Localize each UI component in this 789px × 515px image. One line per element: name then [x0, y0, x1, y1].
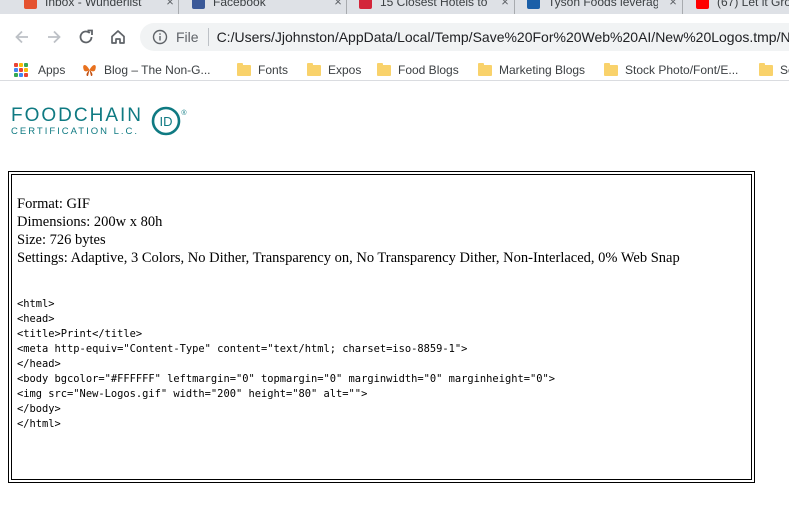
bookmark-label: Food Blogs — [398, 63, 459, 77]
code-line: <head> — [17, 313, 55, 325]
tab-title: Inbox - Wunderlist — [45, 0, 142, 9]
tab-youtube[interactable]: (67) Let it Gro — [696, 0, 789, 14]
bookmark-folder-fonts[interactable]: Fonts — [237, 61, 288, 79]
code-line: </html> — [17, 418, 61, 430]
back-arrow-icon — [15, 30, 28, 44]
bookmark-folder-stock-photo[interactable]: Stock Photo/Font/E... — [604, 61, 738, 79]
tab-close-icon[interactable]: × — [331, 0, 345, 9]
facebook-favicon-icon — [192, 0, 205, 9]
bookmark-label: Apps — [38, 63, 66, 77]
folder-icon — [604, 62, 618, 76]
tab-divider — [514, 0, 515, 14]
browser-toolbar: File C:/Users/Jjohnston/AppData/Local/Te… — [0, 14, 789, 60]
bookmark-label: Marketing Blogs — [499, 63, 586, 77]
bookmark-label: Expos — [328, 63, 362, 77]
folder-icon — [478, 62, 492, 76]
id-badge-icon: ID ® — [151, 106, 187, 136]
dimensions-line: Dimensions: 200w x 80h — [17, 214, 163, 230]
code-line: <meta http-equiv="Content-Type" content=… — [17, 343, 468, 355]
back-button[interactable] — [11, 26, 33, 48]
home-button[interactable] — [107, 26, 129, 48]
folder-icon — [307, 62, 321, 76]
logo-subtitle: CERTIFICATION L.C. — [11, 126, 140, 137]
folder-icon — [759, 62, 773, 76]
tab-divider — [682, 0, 683, 14]
code-line: <body bgcolor="#FFFFFF" leftmargin="0" t… — [17, 373, 555, 385]
hotels-favicon-icon — [359, 0, 372, 9]
code-line: <title>Print</title> — [17, 328, 143, 340]
reload-button[interactable] — [75, 26, 97, 48]
size-line: Size: 726 bytes — [17, 232, 106, 248]
code-line: <html> — [17, 298, 55, 310]
bookmark-folder-marketing-blogs[interactable]: Marketing Blogs — [478, 61, 585, 79]
bookmark-blog[interactable]: Blog – The Non-G... — [82, 61, 211, 79]
code-line: <img src="New-Logos.gif" width="200" hei… — [17, 388, 368, 400]
code-line: </head> — [17, 358, 61, 370]
page-content: FOODCHAIN CERTIFICATION L.C. ID ® Format… — [0, 82, 789, 515]
bookmark-folder-sc[interactable]: Sc — [759, 61, 789, 79]
logo-brand: FOODCHAIN — [11, 105, 143, 126]
foodchain-logo: FOODCHAIN CERTIFICATION L.C. ID ® — [11, 105, 191, 138]
tab-divider — [346, 0, 347, 14]
code-line: </body> — [17, 403, 61, 415]
info-table: Format: GIF Dimensions: 200w x 80h Size:… — [8, 171, 755, 483]
logo-badge-text: ID — [160, 114, 173, 129]
youtube-favicon-icon — [696, 0, 709, 9]
tab-tyson[interactable]: Tyson Foods leverag × — [527, 0, 680, 14]
reload-icon — [79, 29, 93, 44]
html-code-block: <html> <head> <title>Print</title> <meta ht… — [17, 297, 751, 432]
tab-wunderlist[interactable]: Inbox - Wunderlist × — [24, 0, 177, 14]
butterfly-icon — [83, 65, 96, 76]
address-bar[interactable]: File C:/Users/Jjohnston/AppData/Local/Te… — [140, 23, 789, 51]
tab-hotels[interactable]: 15 Closest Hotels to × — [359, 0, 512, 14]
home-icon — [111, 30, 125, 44]
omnibox-divider — [207, 28, 209, 46]
folder-icon — [237, 62, 251, 76]
bookmarks-bar: Apps Blog – The Non-G... Fonts Expos Foo… — [0, 59, 789, 81]
bookmark-apps[interactable]: Apps — [14, 61, 65, 79]
tyson-favicon-icon — [527, 0, 540, 9]
format-line: Format: GIF — [17, 196, 90, 212]
tab-title: (67) Let it Gro — [717, 0, 789, 9]
bookmark-label: Blog – The Non-G... — [104, 63, 211, 77]
bookmark-folder-expos[interactable]: Expos — [307, 61, 361, 79]
tab-close-icon[interactable]: × — [163, 0, 177, 9]
bookmark-label: Fonts — [258, 63, 289, 77]
info-icon[interactable] — [152, 29, 168, 45]
settings-line: Settings: Adaptive, 3 Colors, No Dither,… — [17, 250, 680, 266]
apps-grid-icon — [14, 63, 28, 77]
tab-title: Tyson Foods leverag — [548, 0, 658, 9]
tab-divider — [178, 0, 179, 14]
tab-facebook[interactable]: Facebook × — [192, 0, 345, 14]
folder-icon — [377, 62, 391, 76]
forward-arrow-icon — [48, 30, 61, 44]
tab-close-icon[interactable]: × — [666, 0, 680, 9]
tab-title: 15 Closest Hotels to — [380, 0, 488, 9]
forward-button[interactable] — [43, 26, 65, 48]
wunderlist-favicon-icon — [24, 0, 37, 9]
logo-wordmark: FOODCHAIN CERTIFICATION L.C. — [11, 105, 143, 138]
tab-title: Facebook — [213, 0, 266, 9]
tab-strip: Inbox - Wunderlist × Facebook × 15 Close… — [0, 0, 789, 14]
registered-mark: ® — [181, 109, 187, 117]
info-cell: Format: GIF Dimensions: 200w x 80h Size:… — [11, 174, 752, 480]
tab-close-icon[interactable]: × — [498, 0, 512, 9]
bookmark-folder-food-blogs[interactable]: Food Blogs — [377, 61, 459, 79]
bookmark-label: Stock Photo/Font/E... — [625, 63, 739, 77]
url-text[interactable]: C:/Users/Jjohnston/AppData/Local/Temp/Sa… — [217, 29, 789, 45]
scheme-label: File — [176, 29, 199, 45]
bookmark-label: Sc — [780, 63, 789, 77]
